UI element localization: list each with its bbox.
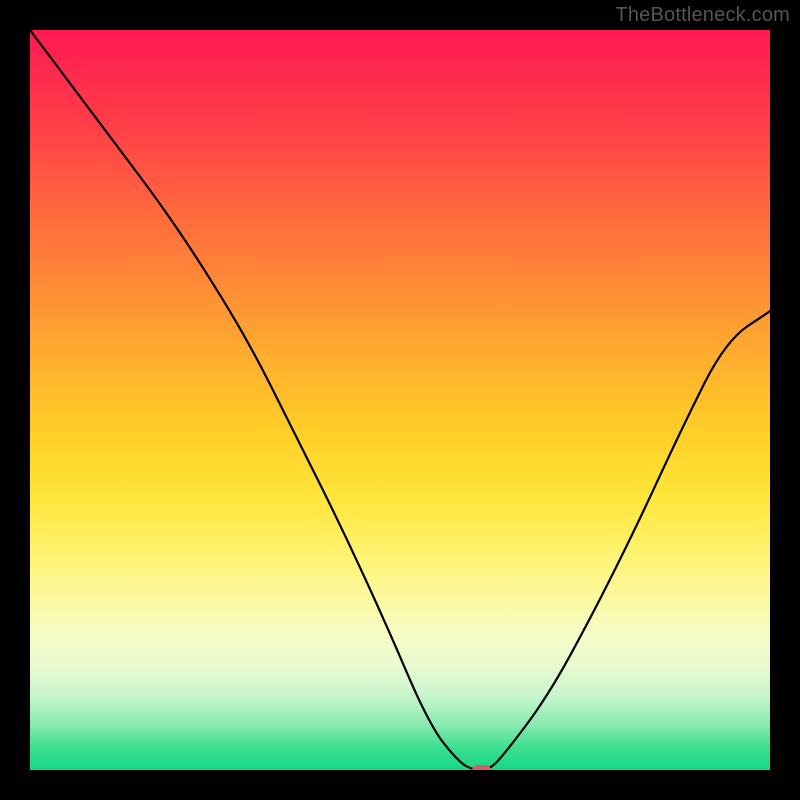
optimum-marker	[472, 765, 491, 770]
plot-area	[30, 30, 770, 770]
chart-frame: TheBottleneck.com	[0, 0, 800, 800]
bottleneck-curve	[30, 30, 770, 770]
watermark-text: TheBottleneck.com	[615, 4, 790, 27]
